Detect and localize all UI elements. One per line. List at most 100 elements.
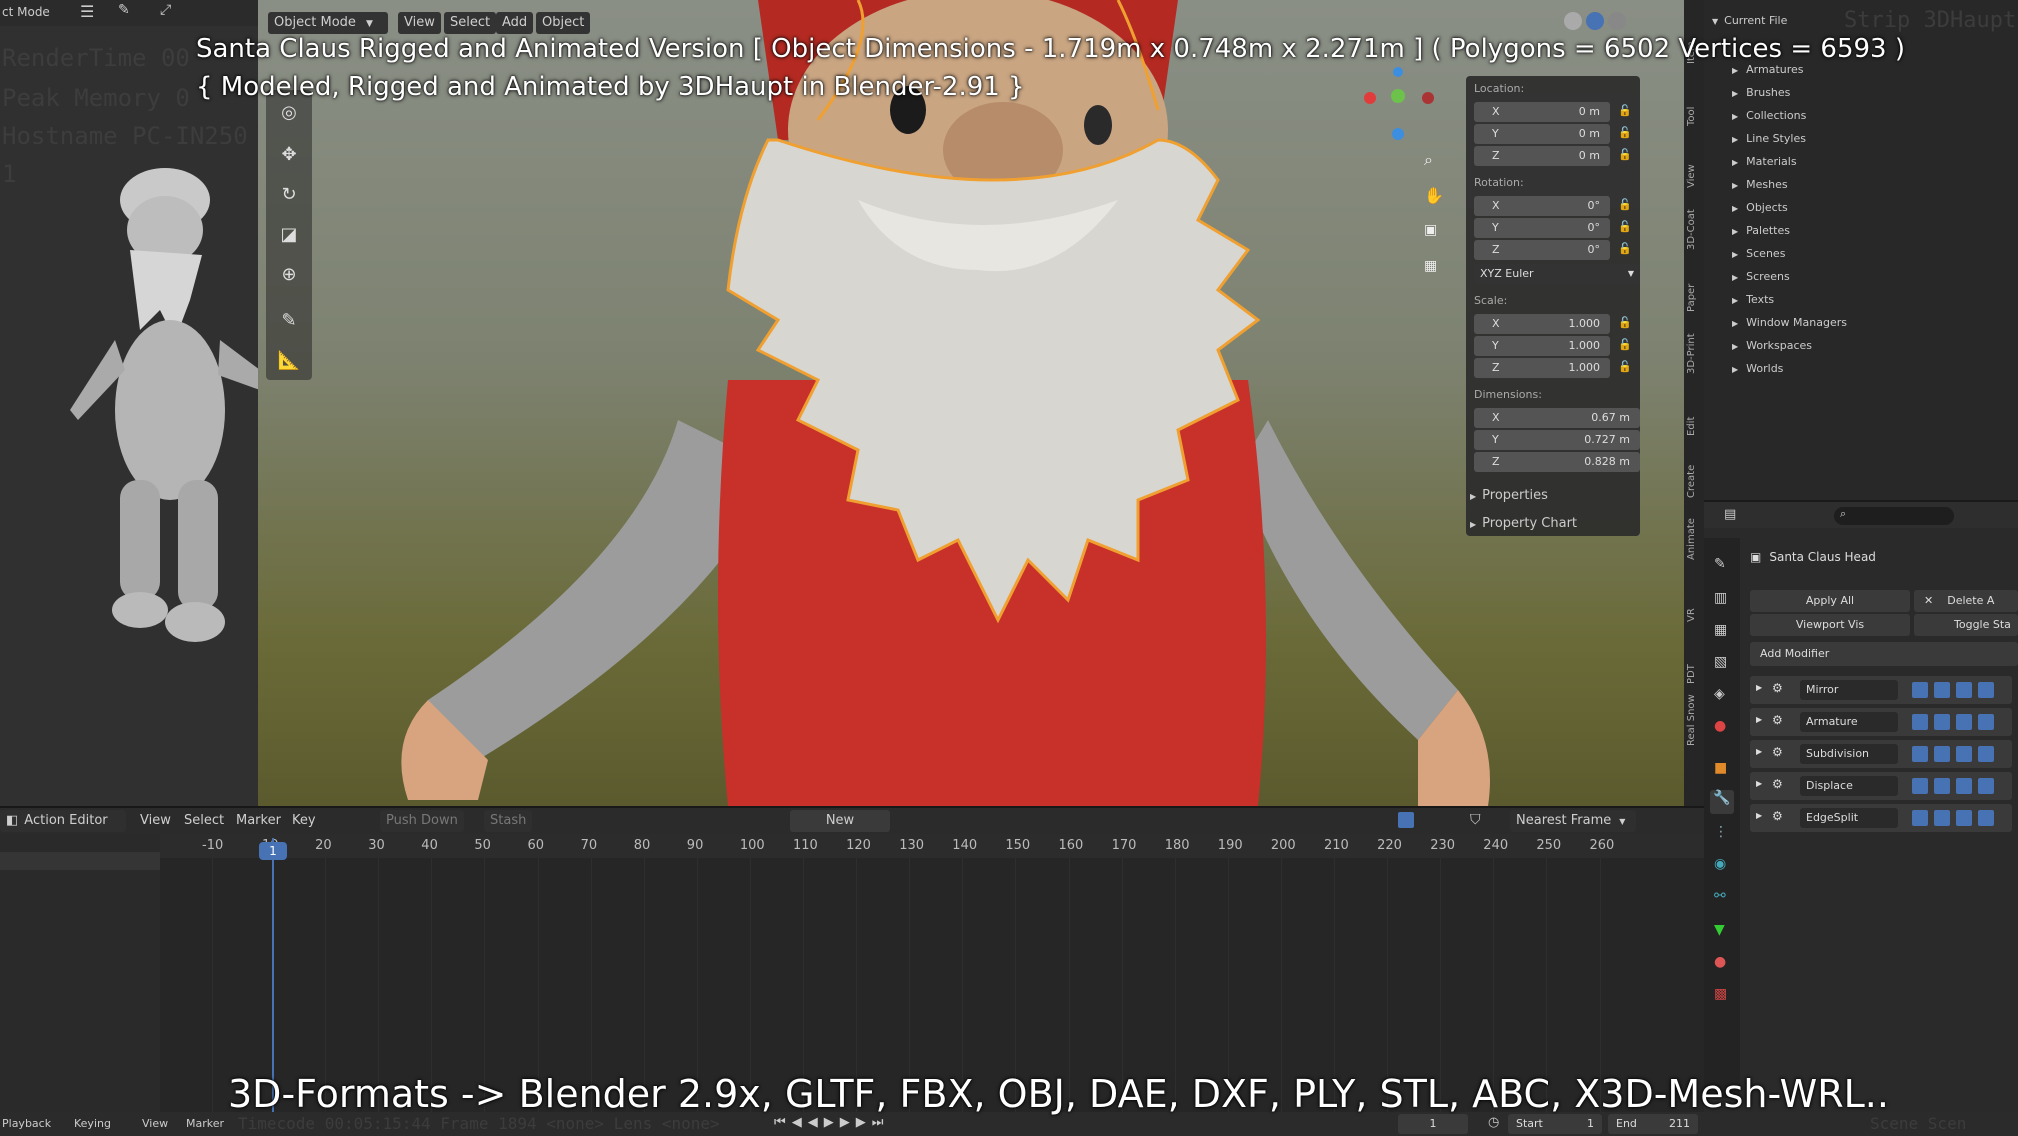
shading-material-icon[interactable] (1586, 12, 1604, 30)
modifier-row[interactable]: ▶ ⚙ Subdivision (1750, 740, 2012, 768)
delete-all-button[interactable]: ✕ Delete A (1914, 590, 2018, 612)
transform-tool-icon[interactable]: ⊕ (274, 260, 304, 290)
viewport-toggle-icon[interactable] (1934, 778, 1950, 794)
particles-tab-icon[interactable]: ⋮ (1714, 824, 1728, 840)
physics-tab-icon[interactable]: ◉ (1714, 856, 1726, 872)
apply-all-button[interactable]: Apply All (1750, 590, 1910, 612)
camera-toggle-icon[interactable] (1978, 746, 1994, 762)
timeline-menu-marker[interactable]: Marker (230, 810, 287, 832)
sidebar-tab[interactable]: Create (1686, 440, 1697, 498)
output-tab-icon[interactable]: ▦ (1714, 622, 1727, 638)
lock-icon[interactable]: 🔓 (1618, 198, 1634, 214)
start-frame-field[interactable]: Start 1 (1508, 1114, 1602, 1134)
outliner-item[interactable]: ▶ Screens (1732, 265, 1790, 288)
toggle-stack-button[interactable]: Toggle Sta (1914, 614, 2018, 636)
current-frame-field[interactable]: 1 (1398, 1114, 1468, 1134)
outliner-item[interactable]: ▶ Meshes (1732, 173, 1788, 196)
cursor-tool-icon[interactable]: ◎ (274, 98, 304, 128)
push-down-button[interactable]: Push Down (380, 810, 464, 832)
viewport-toggle-icon[interactable] (1934, 682, 1950, 698)
outliner-item[interactable]: ▶ Brushes (1732, 81, 1790, 104)
menu-object[interactable]: Object (536, 12, 591, 34)
snap-dropdown[interactable]: Nearest Frame ▼ (1510, 810, 1636, 832)
3d-viewport[interactable]: Object Mode ▼ View Select Add Object ◎ ✥… (258, 0, 1684, 806)
keying-menu[interactable]: Keying (74, 1117, 111, 1130)
edit-mode-toggle-icon[interactable] (1912, 714, 1928, 730)
scale-y-field[interactable]: Y 1.000 (1474, 336, 1610, 356)
edit-mode-toggle-icon[interactable] (1912, 778, 1928, 794)
modifier-row[interactable]: ▶ ⚙ Armature (1750, 708, 2012, 736)
navigation-gizmo[interactable] (1358, 60, 1438, 150)
modifier-row[interactable]: ▶ ⚙ EdgeSplit (1750, 804, 2012, 832)
zoom-icon[interactable]: ⌕ (1424, 150, 1433, 170)
camera-toggle-icon[interactable] (1978, 810, 1994, 826)
timeline-menu-view[interactable]: View (134, 810, 177, 832)
rotation-x-field[interactable]: X 0° (1474, 196, 1610, 216)
menu-add[interactable]: Add (496, 12, 534, 34)
timeline-menu-key[interactable]: Key (286, 810, 322, 832)
sidebar-tab[interactable]: VR (1686, 564, 1697, 622)
scale-z-field[interactable]: Z 1.000 (1474, 358, 1610, 378)
object-mode-dropdown[interactable]: Object Mode ▼ (268, 12, 388, 34)
lock-icon[interactable]: 🔓 (1618, 316, 1634, 332)
filter-icon[interactable]: ⛉ (1470, 812, 1481, 828)
sidebar-tab[interactable]: PDT (1686, 626, 1697, 684)
new-action-button[interactable]: New (790, 810, 890, 832)
edit-mode-toggle-icon[interactable] (1912, 810, 1928, 826)
scene-tab-icon[interactable]: ◈ (1714, 686, 1725, 702)
modifier-name-field[interactable]: Displace (1800, 776, 1898, 796)
dimensions-z-field[interactable]: Z 0.828 m (1474, 452, 1640, 472)
render-toggle-icon[interactable] (1956, 682, 1972, 698)
object-tab-icon[interactable]: ■ (1714, 760, 1727, 776)
outliner-item[interactable]: ▶ Window Managers (1732, 311, 1847, 334)
end-frame-field[interactable]: End 211 (1608, 1114, 1698, 1134)
scale-tool-icon[interactable]: ◪ (274, 220, 304, 250)
lock-icon[interactable]: 🔓 (1618, 220, 1634, 236)
viewport-toggle-icon[interactable] (1934, 714, 1950, 730)
lock-icon[interactable]: 🔓 (1618, 242, 1634, 258)
current-frame-indicator[interactable]: 1 (259, 842, 287, 860)
sidebar-tab[interactable]: Real Snow (1686, 688, 1697, 746)
outliner-header[interactable]: ▼ Current File (1712, 14, 1787, 27)
mode-label[interactable]: ct Mode (2, 5, 50, 19)
sidebar-tab[interactable]: 3D-Coat (1686, 192, 1697, 250)
property-chart-subpanel[interactable]: ▶ Property Chart (1470, 516, 1577, 531)
outliner-item[interactable]: ▶ Line Styles (1732, 127, 1806, 150)
menu-select[interactable]: Select (444, 12, 497, 34)
outliner-item[interactable]: ▶ Scenes (1732, 242, 1785, 265)
data-tab-icon[interactable]: ▼ (1714, 922, 1725, 938)
annotate-tool-icon[interactable]: ✎ (274, 306, 304, 336)
properties-subpanel[interactable]: ▶ Properties (1470, 488, 1548, 503)
rotation-z-field[interactable]: Z 0° (1474, 240, 1610, 260)
material-tab-icon[interactable]: ● (1714, 954, 1726, 970)
add-modifier-dropdown[interactable]: Add Modifier (1750, 642, 2018, 666)
view-layer-tab-icon[interactable]: ▧ (1714, 654, 1727, 670)
lock-icon[interactable]: 🔓 (1618, 148, 1634, 164)
sidebar-tab[interactable]: Tool (1686, 68, 1697, 126)
outliner-item[interactable]: ▶ Palettes (1732, 219, 1790, 242)
tool-tab-icon[interactable]: ✎ (1714, 556, 1726, 572)
viewport-toggle-icon[interactable] (1934, 746, 1950, 762)
editor-type-dropdown[interactable]: ◧ Action Editor (0, 810, 126, 832)
editor-type-icon[interactable]: ▤ (1724, 507, 1736, 522)
render-toggle-icon[interactable] (1956, 810, 1972, 826)
stash-button[interactable]: Stash (484, 810, 533, 832)
lock-icon[interactable]: 🔓 (1618, 360, 1634, 376)
render-toggle-icon[interactable] (1956, 778, 1972, 794)
edit-mode-toggle-icon[interactable] (1912, 746, 1928, 762)
sidebar-tab[interactable]: Paper (1686, 254, 1697, 312)
modifier-name-field[interactable]: Mirror (1800, 680, 1898, 700)
sidebar-tab[interactable]: Edit (1686, 378, 1697, 436)
outliner-item[interactable]: ▶ Worlds (1732, 357, 1783, 380)
modifier-name-field[interactable]: Subdivision (1800, 744, 1898, 764)
search-input[interactable]: ⌕ (1834, 507, 1954, 525)
status-view-menu[interactable]: View (142, 1117, 168, 1130)
status-marker-menu[interactable]: Marker (186, 1117, 224, 1130)
modifier-tab-icon[interactable]: 🔧 (1710, 790, 1734, 814)
constraints-tab-icon[interactable]: ⚯ (1714, 888, 1726, 904)
scale-x-field[interactable]: X 1.000 (1474, 314, 1610, 334)
outliner-item[interactable]: ▶ Texts (1732, 288, 1774, 311)
camera-toggle-icon[interactable] (1978, 778, 1994, 794)
dimensions-x-field[interactable]: X 0.67 m (1474, 408, 1640, 428)
render-tab-icon[interactable]: ▥ (1714, 590, 1727, 606)
